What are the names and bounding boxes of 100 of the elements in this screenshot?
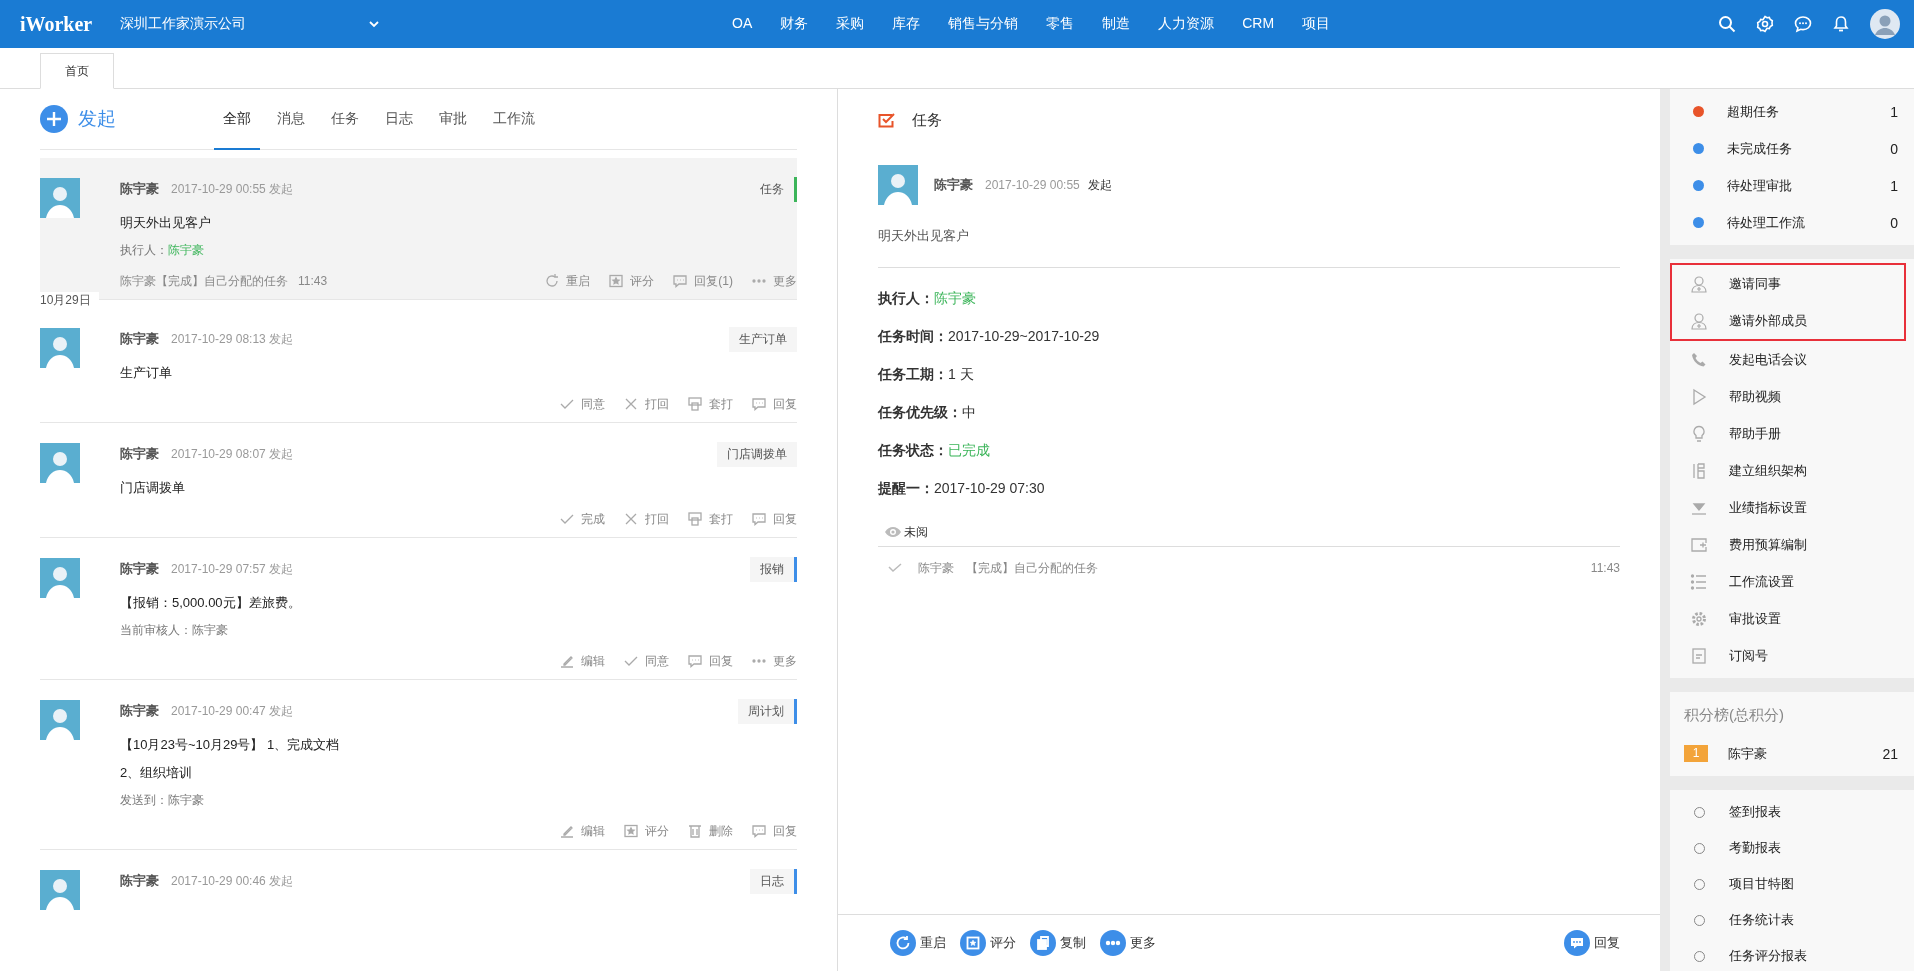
copy-icon bbox=[1030, 930, 1056, 956]
action-link[interactable]: 更多 bbox=[751, 652, 797, 670]
refresh-icon bbox=[544, 273, 561, 289]
filter-tab[interactable]: 全部 bbox=[214, 89, 260, 150]
toolbar-button[interactable]: 复制 bbox=[1030, 930, 1086, 956]
trash-icon bbox=[687, 823, 703, 839]
report-link[interactable]: 签到报表 bbox=[1670, 794, 1914, 830]
action-link[interactable]: 回复 bbox=[751, 395, 797, 413]
chat-icon[interactable] bbox=[1794, 15, 1812, 33]
action-link[interactable]: 删除 bbox=[687, 822, 733, 840]
nav-item[interactable]: 库存 bbox=[878, 15, 935, 33]
stat-item[interactable]: 超期任务 1 bbox=[1670, 93, 1914, 130]
field-value: 已完成 bbox=[948, 442, 990, 458]
post-time: 2017-10-29 00:46 发起 bbox=[171, 872, 294, 890]
toolbar-button[interactable]: 更多 bbox=[1100, 930, 1156, 956]
sidebar-link[interactable]: 业绩指标设置 bbox=[1670, 489, 1914, 526]
field-label: 任务工期： bbox=[878, 366, 948, 382]
feed-card[interactable]: 陈宇豪 2017-10-29 07:57 发起 报销 【报销：5,000.00元】差旅费。 当前审核人：陈宇豪 编辑 同意 回复 更多 bbox=[40, 538, 797, 680]
report-link[interactable]: 任务统计表 bbox=[1670, 902, 1914, 938]
reply-button[interactable]: 回复 bbox=[1564, 930, 1620, 956]
sidebar-link[interactable]: 发起电话会议 bbox=[1670, 341, 1914, 378]
avatar bbox=[40, 558, 80, 598]
nav-item[interactable]: CRM bbox=[1228, 15, 1289, 33]
logo[interactable]: iWorker bbox=[20, 12, 120, 36]
feed-card[interactable]: 陈宇豪 2017-10-29 08:07 发起 门店调拨单 门店调拨单 完成 打回 套打 回复 bbox=[40, 423, 797, 538]
post-time: 2017-10-29 00:47 发起 bbox=[171, 702, 294, 720]
stat-item[interactable]: 待处理审批 1 bbox=[1670, 167, 1914, 204]
nav-item[interactable]: 项目 bbox=[1288, 15, 1345, 33]
action-link[interactable]: 同意 bbox=[623, 652, 669, 670]
type-tag: 周计划 bbox=[738, 698, 797, 724]
sidebar-link[interactable]: 建立组织架构 bbox=[1670, 452, 1914, 489]
stat-item[interactable]: 未完成任务 0 bbox=[1670, 130, 1914, 167]
author-name: 陈宇豪 bbox=[120, 872, 159, 890]
toolbar-button[interactable]: 评分 bbox=[960, 930, 1016, 956]
report-link[interactable]: 项目甘特图 bbox=[1670, 866, 1914, 902]
filter-tab[interactable]: 任务 bbox=[322, 89, 368, 150]
bell-icon[interactable] bbox=[1832, 15, 1850, 33]
nav-item[interactable]: 人力资源 bbox=[1144, 15, 1229, 33]
toolbar-button[interactable]: 重启 bbox=[890, 930, 946, 956]
filter-tab[interactable]: 消息 bbox=[268, 89, 314, 150]
sidebar-link[interactable]: 帮助视频 bbox=[1670, 378, 1914, 415]
post-text: 2、组织培训 bbox=[120, 764, 194, 782]
action-link[interactable]: 回复 bbox=[687, 652, 733, 670]
settings-icon[interactable] bbox=[1756, 15, 1774, 33]
field-value: 1 天 bbox=[948, 366, 974, 382]
post-text: 【10月23号~10月29号】 1、完成文档 bbox=[120, 736, 341, 754]
post-text: 生产订单 bbox=[120, 364, 173, 382]
author-name: 陈宇豪 bbox=[934, 176, 973, 194]
action-link[interactable]: 编辑 bbox=[559, 822, 605, 840]
sidebar-link[interactable]: 工作流设置 bbox=[1670, 563, 1914, 600]
caret-icon[interactable] bbox=[368, 20, 380, 28]
filter-tab[interactable]: 审批 bbox=[430, 89, 476, 150]
author-name: 陈宇豪 bbox=[120, 560, 159, 578]
nav-item[interactable]: OA bbox=[718, 15, 767, 33]
sidebar-link[interactable]: 审批设置 bbox=[1670, 600, 1914, 637]
page-tab[interactable]: 首页 bbox=[40, 53, 114, 89]
feed-card[interactable]: 陈宇豪 2017-10-29 00:47 发起 周计划 【10月23号~10月29号】 1、完成文档 2、组织培训 发送到：陈宇豪 编辑 评分 删除 回复 bbox=[40, 680, 797, 850]
filter-tab[interactable]: 日志 bbox=[376, 89, 422, 150]
action-link[interactable]: 评分 bbox=[623, 822, 669, 840]
nav-item[interactable]: 制造 bbox=[1088, 15, 1145, 33]
meta-value: 陈宇豪 bbox=[192, 623, 228, 637]
action-link[interactable]: 编辑 bbox=[559, 652, 605, 670]
post-text: 【报销：5,000.00元】差旅费。 bbox=[120, 594, 302, 612]
action-link[interactable]: 回复 bbox=[751, 510, 797, 528]
action-link[interactable]: 回复 bbox=[751, 822, 797, 840]
feed-card[interactable]: 陈宇豪 2017-10-29 08:13 发起 生产订单 生产订单 同意 打回 套打 回复 bbox=[40, 308, 797, 423]
filter-tab[interactable]: 工作流 bbox=[484, 89, 544, 150]
sidebar-link[interactable]: 邀请外部成员 bbox=[1672, 302, 1904, 339]
sidebar-link[interactable]: 帮助手册 bbox=[1670, 415, 1914, 452]
search-icon[interactable] bbox=[1718, 15, 1736, 33]
report-link[interactable]: 任务评分报表 bbox=[1670, 938, 1914, 971]
comment-icon bbox=[751, 511, 767, 527]
sidebar-link[interactable]: 邀请同事 bbox=[1672, 265, 1904, 302]
post-time: 2017-10-29 07:57 发起 bbox=[171, 560, 294, 578]
report-link[interactable]: 考勤报表 bbox=[1670, 830, 1914, 866]
action-link[interactable]: 完成 bbox=[559, 510, 605, 528]
company-selector[interactable]: 深圳工作家演示公司 bbox=[120, 15, 368, 33]
action-link[interactable]: 打回 bbox=[623, 395, 669, 413]
action-link[interactable]: 套打 bbox=[687, 510, 733, 528]
sidebar-link[interactable]: 订阅号 bbox=[1670, 637, 1914, 674]
list-icon bbox=[1690, 572, 1708, 591]
nav-item[interactable]: 财务 bbox=[766, 15, 823, 33]
type-tag: 生产订单 bbox=[729, 326, 797, 352]
avatar[interactable] bbox=[1870, 9, 1900, 39]
nav-item[interactable]: 销售与分销 bbox=[934, 15, 1033, 33]
action-link[interactable]: 同意 bbox=[559, 395, 605, 413]
action-link[interactable]: 打回 bbox=[623, 510, 669, 528]
stat-item[interactable]: 待处理工作流 0 bbox=[1670, 204, 1914, 241]
post-text: 门店调拨单 bbox=[120, 479, 186, 497]
log-author: 陈宇豪 bbox=[918, 559, 954, 577]
action-link[interactable]: 套打 bbox=[687, 395, 733, 413]
sidebar-link[interactable]: 费用预算编制 bbox=[1670, 526, 1914, 563]
post-time: 2017-10-29 08:07 发起 bbox=[171, 445, 294, 463]
nav-item[interactable]: 零售 bbox=[1032, 15, 1089, 33]
meta-value: 陈宇豪 bbox=[168, 793, 204, 807]
meta-value: 陈宇豪 bbox=[168, 243, 204, 257]
leaderboard-entry[interactable]: 1 陈宇豪 21 bbox=[1670, 735, 1914, 772]
play-icon bbox=[1690, 387, 1708, 406]
nav-item[interactable]: 采购 bbox=[822, 15, 879, 33]
cross-icon bbox=[623, 511, 639, 527]
